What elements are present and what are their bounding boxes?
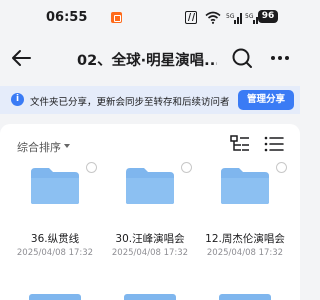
folder-date: 2025/04/08 17:32	[206, 248, 284, 258]
select-checkbox[interactable]	[86, 162, 97, 173]
status-bar: 06:55 5G 5G 96	[0, 0, 300, 36]
folder-date: 2025/04/08 17:32	[111, 248, 189, 258]
status-time: 06:55	[46, 10, 88, 25]
folder-item[interactable]: 30.汪峰演唱会 2025/04/08 17:32	[105, 162, 195, 274]
folder-icon	[126, 168, 174, 204]
folder-name: 30.汪峰演唱会	[115, 233, 185, 245]
folder-icon[interactable]	[219, 294, 271, 300]
nfc-icon	[185, 11, 197, 24]
signal-icon: 5G	[226, 13, 242, 24]
folder-icon[interactable]	[124, 294, 176, 300]
status-icons: 5G 5G 96	[185, 10, 295, 25]
list-view-icon[interactable]	[264, 136, 284, 152]
back-arrow-icon[interactable]	[10, 46, 34, 70]
folder-item[interactable]: 36.纵贯线 2025/04/08 17:32	[10, 162, 100, 274]
page-title: 02、全球·明星演唱...	[77, 53, 217, 69]
sort-dropdown[interactable]: 综合排序	[17, 139, 61, 155]
header: 02、全球·明星演唱...	[0, 36, 300, 80]
folder-date: 2025/04/08 17:32	[16, 248, 94, 258]
wifi-icon	[205, 11, 221, 24]
share-notice-text: 文件夹已分享，更新会同步至转存和后续访问者	[30, 97, 230, 108]
more-icon[interactable]	[268, 46, 292, 70]
folder-icon	[31, 168, 79, 204]
folder-name: 36.纵贯线	[30, 233, 80, 245]
select-checkbox[interactable]	[276, 162, 287, 173]
share-notice-bar: i 文件夹已分享，更新会同步至转存和后续访问者 管理分享	[0, 86, 300, 114]
info-icon: i	[11, 93, 24, 106]
search-icon[interactable]	[230, 46, 254, 70]
file-list-panel: 综合排序 36.纵贯线 2025/04/08 17:32 30.汪峰演唱会 20…	[0, 124, 300, 300]
folder-icon[interactable]	[29, 294, 81, 300]
battery-icon: 96	[258, 10, 278, 23]
notification-app-icon	[111, 12, 122, 23]
svg-text:5G: 5G	[245, 13, 254, 20]
caret-down-icon[interactable]	[64, 144, 70, 148]
svg-text:5G: 5G	[226, 13, 235, 20]
folder-icon	[221, 168, 269, 204]
tree-view-icon[interactable]	[230, 135, 250, 153]
manage-share-button[interactable]: 管理分享	[238, 90, 294, 110]
folder-item[interactable]: 12.周杰伦演唱会 2025/04/08 17:32	[200, 162, 290, 274]
folder-name: 12.周杰伦演唱会	[205, 233, 285, 245]
select-checkbox[interactable]	[181, 162, 192, 173]
